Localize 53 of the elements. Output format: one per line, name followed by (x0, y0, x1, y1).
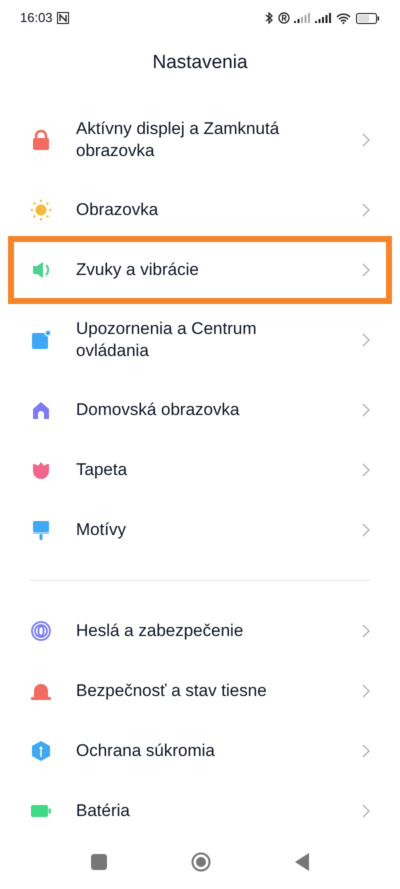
settings-item[interactable]: Ochrana súkromia (0, 721, 400, 781)
item-label: Upozornenia a Centrum ovládania (76, 318, 258, 362)
notification-icon (30, 329, 52, 351)
house-icon (30, 399, 52, 421)
chevron-right-icon (362, 203, 370, 217)
back-icon[interactable] (295, 853, 309, 871)
settings-item[interactable]: Heslá a zabezpečenie (0, 601, 400, 661)
item-label: Bezpečnosť a stav tiesne (76, 680, 268, 702)
item-label: Ochrana súkromia (76, 740, 216, 762)
paint-roller-icon (30, 519, 52, 541)
signal-icon (294, 13, 311, 23)
item-label: Batéria (76, 800, 131, 822)
settings-item[interactable]: Obrazovka (0, 180, 400, 240)
chevron-right-icon (362, 624, 370, 638)
item-label: Motívy (76, 519, 128, 541)
sun-icon (30, 199, 52, 221)
settings-item[interactable]: Aktívny displej a Zamknutá obrazovka (0, 100, 400, 180)
item-label: Heslá a zabezpečenie (76, 620, 244, 642)
chevron-right-icon (362, 684, 370, 698)
item-label: Aktívny displej a Zamknutá obrazovka (76, 118, 280, 162)
fingerprint-icon (30, 620, 52, 642)
item-label: Domovská obrazovka (76, 399, 240, 421)
item-label: Obrazovka (76, 199, 160, 221)
battery-icon (356, 12, 380, 24)
status-time: 16:03 (20, 9, 53, 28)
home-icon[interactable] (191, 852, 211, 872)
chevron-right-icon (362, 523, 370, 537)
settings-item[interactable]: Zvuky a vibrácie (0, 240, 400, 300)
recent-apps-icon[interactable] (91, 854, 107, 870)
chevron-right-icon (362, 263, 370, 277)
hexagon-shield-icon (30, 740, 52, 762)
chevron-right-icon (362, 133, 370, 147)
signal-icon (315, 13, 332, 23)
page-title: Nastavenia (152, 50, 248, 75)
settings-item[interactable]: Upozornenia a Centrum ovládania (0, 300, 400, 380)
settings-item[interactable]: Batéria (0, 781, 400, 841)
item-label: Zvuky a vibrácie (76, 259, 200, 281)
item-label: Tapeta (76, 459, 128, 481)
chevron-right-icon (362, 463, 370, 477)
chevron-right-icon (362, 333, 370, 347)
chevron-right-icon (362, 804, 370, 818)
wifi-icon (336, 12, 351, 24)
speaker-icon (30, 259, 52, 281)
settings-item[interactable]: Bezpečnosť a stav tiesne (0, 661, 400, 721)
lock-icon (30, 129, 52, 151)
registered-icon (278, 12, 290, 24)
settings-item[interactable]: Motívy (0, 500, 400, 560)
nfc-icon (56, 12, 69, 24)
settings-item[interactable]: Domovská obrazovka (0, 380, 400, 440)
chevron-right-icon (362, 744, 370, 758)
chevron-right-icon (362, 403, 370, 417)
settings-item[interactable]: Tapeta (0, 440, 400, 500)
bluetooth-icon (265, 12, 273, 24)
